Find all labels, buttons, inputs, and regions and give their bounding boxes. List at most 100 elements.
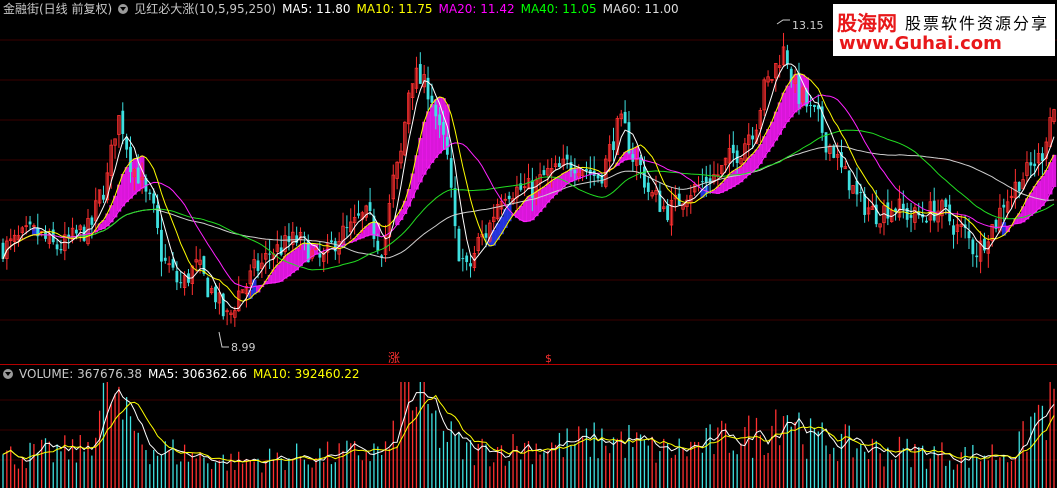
candle-body-down: [179, 282, 183, 284]
candlesticks: [1, 32, 1056, 327]
rising-ribbon-fill: [1036, 180, 1041, 210]
candle-body-down: [1029, 162, 1033, 166]
candle-body-down: [859, 191, 863, 193]
dropdown-icon[interactable]: [118, 4, 129, 14]
rising-ribbon-fill: [777, 102, 782, 135]
candle-body-down: [596, 174, 600, 179]
candle-body-down: [967, 231, 971, 239]
candle-body-down: [318, 253, 322, 258]
rising-ribbon-fill: [287, 253, 292, 277]
candle-body-down: [971, 239, 975, 255]
candle-body-down: [55, 244, 59, 250]
candle-body-down: [901, 203, 905, 210]
candle-body-down: [731, 144, 735, 154]
high-marker-line: [776, 19, 790, 25]
candle-body-down: [944, 199, 948, 208]
rising-ribbon-fill: [731, 170, 736, 188]
candle-body-down: [785, 50, 789, 65]
candle-body-down: [1017, 181, 1021, 192]
candle-body-down: [129, 146, 132, 173]
rising-ribbon-fill: [1052, 154, 1057, 188]
rising-ribbon-fill: [422, 121, 427, 175]
candle-body-down: [368, 202, 372, 211]
rising-ribbon-fill: [290, 250, 296, 273]
candle-body-down: [863, 194, 867, 215]
candle-body-down: [925, 220, 928, 223]
candle-body-down: [345, 227, 349, 229]
candle-body-down: [376, 240, 380, 251]
candle-body-down: [175, 271, 179, 283]
rising-ribbon-fill: [279, 261, 284, 282]
candle-body-down: [121, 110, 125, 134]
guhai-logo: 股海网 股票软件资源分享 www.Guhai.com: [833, 4, 1055, 56]
candle-body-down: [558, 163, 561, 168]
volume-ma5-value: MA5: 306362.66: [148, 367, 247, 381]
rising-ribbon-fill: [124, 167, 129, 203]
candle-body-down: [469, 263, 472, 267]
signal-label-rise: 涨: [388, 350, 400, 365]
volume-bars: [2, 382, 1055, 488]
candle-body-down: [152, 193, 156, 204]
candle-body-down: [449, 158, 453, 188]
candle-body-down: [214, 286, 217, 303]
stock-name: 金融街(日线 前复权): [3, 2, 113, 16]
candle-body-down: [975, 255, 979, 258]
logo-url: www.Guhai.com: [839, 33, 1002, 54]
candle-body-down: [438, 114, 442, 126]
candle-body-down: [565, 154, 569, 160]
candle-body-down: [148, 192, 152, 195]
candle-body-down: [256, 260, 260, 271]
rising-ribbon-fill: [429, 104, 435, 163]
high-price-label: 13.15: [792, 19, 824, 32]
candle-body-down: [832, 145, 836, 158]
volume-panel-header: VOLUME: 367676.38 MA5: 306362.66 MA10: 392…: [3, 367, 366, 381]
candle-body-down: [809, 105, 812, 107]
candle-body-down: [59, 248, 63, 251]
candle-body-down: [1002, 204, 1006, 208]
candle-body-down: [484, 233, 488, 238]
candle-body-down: [136, 167, 140, 184]
candle-body-down: [573, 169, 577, 174]
volume-value: VOLUME: 367676.38: [19, 367, 142, 381]
candle-body-down: [952, 225, 955, 235]
candle-body-down: [442, 121, 445, 135]
candle-body-down: [90, 217, 94, 225]
candle-body-down: [453, 188, 457, 227]
candle-body-down: [102, 194, 105, 200]
candle-body-down: [287, 236, 291, 243]
price-panel-header: 金融街(日线 前复权) 见红必大涨(10,5,95,250) MA5: 11.80 M…: [3, 2, 685, 16]
logo-tagline: 股票软件资源分享: [905, 14, 1050, 33]
candle-body-down: [461, 258, 465, 260]
candle-body-down: [418, 64, 422, 84]
candle-body-down: [813, 104, 816, 108]
low-price-label: 8.99: [231, 341, 256, 354]
rising-ribbon-fill: [522, 200, 527, 223]
candle-body-down: [909, 215, 913, 218]
indicator-name: 见红必大涨(10,5,95,250): [134, 2, 277, 16]
grid-lines: [0, 39, 1057, 461]
dropdown-icon[interactable]: [3, 369, 13, 379]
candle-body-down: [434, 104, 438, 117]
low-marker-line: [218, 331, 229, 348]
rising-ribbon-fill: [785, 85, 790, 123]
candle-body-down: [357, 213, 360, 216]
candle-body-down: [1033, 163, 1037, 167]
candle-body-down: [542, 170, 546, 176]
ma20-value: MA20: 11.42: [438, 2, 515, 16]
candle-body-down: [612, 141, 615, 151]
candle-body-down: [206, 277, 210, 298]
candle-body-down: [700, 181, 704, 183]
stock-chart: 13.15 8.99 涨 $: [0, 19, 1057, 488]
candle-body-down: [623, 111, 627, 124]
candle-body-down: [330, 240, 333, 243]
candle-body-down: [1041, 153, 1044, 161]
candle-body-down: [507, 195, 511, 200]
ma60-value: MA60: 11.00: [602, 2, 679, 16]
candle-body-down: [643, 166, 646, 188]
ma5-value: MA5: 11.80: [282, 2, 351, 16]
candle-body-down: [268, 253, 272, 255]
candle-body-down: [457, 228, 461, 262]
ma10-value: MA10: 11.75: [356, 2, 433, 16]
rising-ribbon-fill: [781, 92, 786, 129]
candle-body-down: [631, 154, 635, 162]
